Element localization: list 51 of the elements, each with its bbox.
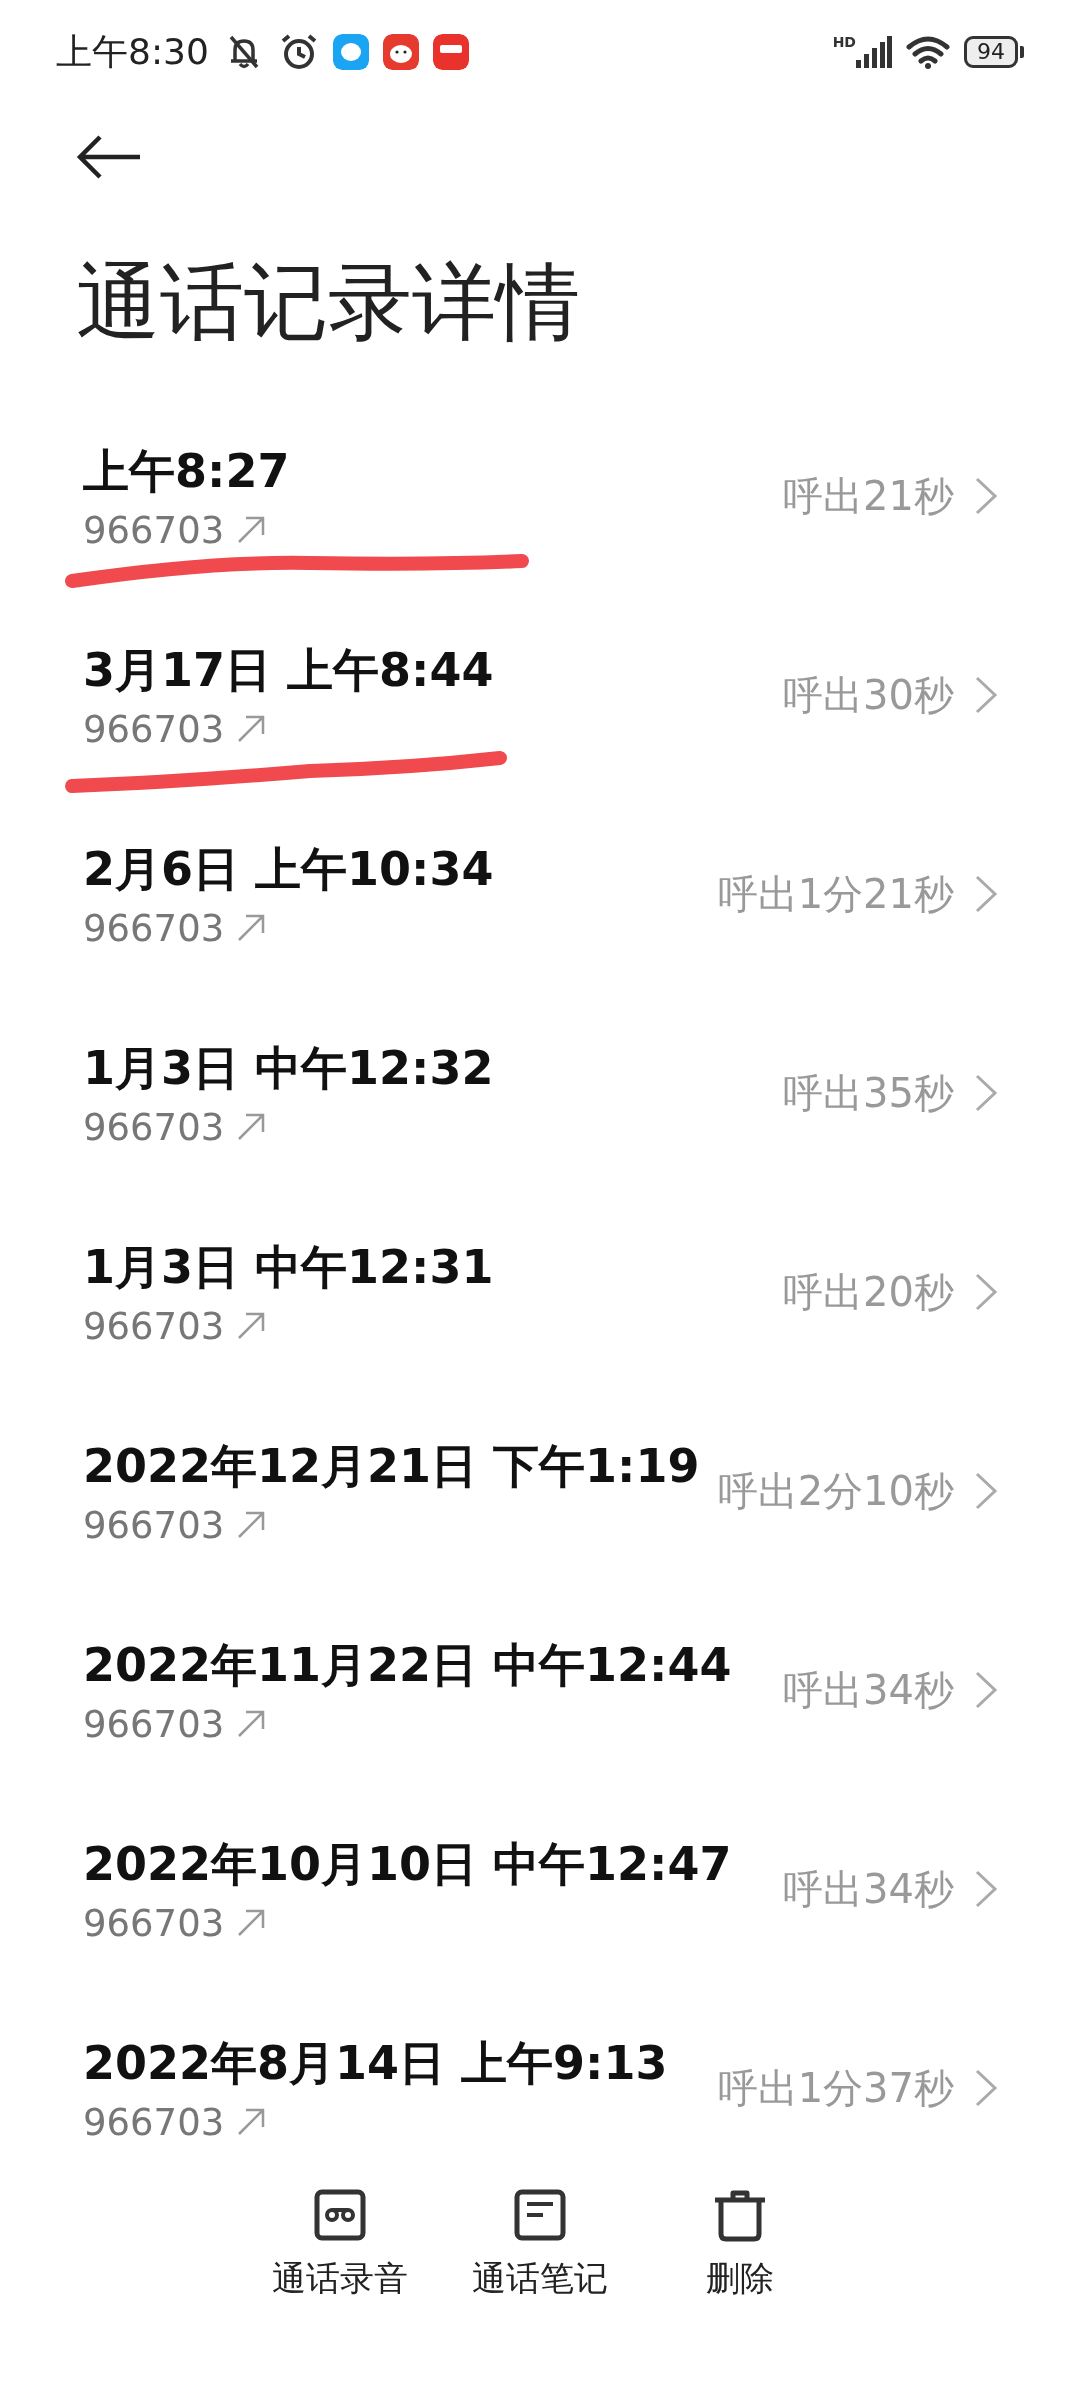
call-time: 3月17日 上午8:44: [83, 641, 494, 699]
chevron-icon[interactable]: [974, 1869, 998, 1910]
call-duration: 呼出2分10秒: [717, 1466, 954, 1516]
call-duration: 呼出34秒: [783, 1864, 954, 1914]
recording-button[interactable]: 通话录音: [262, 2187, 418, 2302]
call-time: 2022年10月10日 中午12:47: [83, 1835, 732, 1893]
call-time: 1月3日 中午12:31: [83, 1238, 494, 1296]
status-time: 上午8:30: [56, 29, 209, 74]
back-icon[interactable]: [76, 134, 142, 180]
notes-button[interactable]: 通话笔记: [462, 2187, 618, 2302]
call-duration: 呼出30秒: [783, 670, 954, 720]
wifi-icon: [906, 35, 950, 69]
news-app-icon: [432, 34, 469, 70]
chevron-icon[interactable]: [974, 874, 998, 915]
chevron-icon[interactable]: [974, 2068, 998, 2109]
chevron-icon[interactable]: [974, 675, 998, 716]
phone-number: 966703: [83, 1702, 225, 1746]
battery-level: 94: [964, 36, 1018, 68]
chevron-icon[interactable]: [974, 1471, 998, 1512]
phone-number: 966703: [83, 508, 225, 552]
call-duration: 呼出20秒: [783, 1267, 954, 1317]
phone-number: 966703: [83, 906, 225, 950]
chevron-icon[interactable]: [974, 476, 998, 517]
chevron-icon[interactable]: [974, 1073, 998, 1114]
page-title: 通话记录详情: [76, 252, 580, 353]
call-duration: 呼出21秒: [783, 471, 954, 521]
call-time: 1月3日 中午12:32: [83, 1039, 494, 1097]
phone-number: 966703: [83, 707, 225, 751]
delete-button[interactable]: 删除: [662, 2187, 818, 2302]
call-time: 2022年11月22日 中午12:44: [83, 1636, 732, 1694]
voicemail-icon: [313, 2187, 367, 2242]
chevron-icon[interactable]: [974, 1670, 998, 1711]
signal-icon: [856, 36, 892, 68]
call-duration: 呼出35秒: [783, 1068, 954, 1118]
phone-number: 966703: [83, 1503, 225, 1547]
chat-app-icon: [332, 34, 369, 70]
call-duration: 呼出1分37秒: [717, 2063, 954, 2113]
call-time: 上午8:27: [83, 442, 290, 500]
call-duration: 呼出1分21秒: [717, 869, 954, 919]
network-label: HD: [832, 34, 856, 50]
call-time: 2022年12月21日 下午1:19: [83, 1437, 700, 1495]
dog-app-icon: [382, 34, 419, 70]
note-icon: [513, 2187, 567, 2242]
call-time: 2022年8月14日 上午9:13: [83, 2034, 668, 2092]
call-duration: 呼出34秒: [783, 1665, 954, 1715]
phone-number: 966703: [83, 1304, 225, 1348]
chevron-icon[interactable]: [974, 1272, 998, 1313]
phone-number: 966703: [83, 2100, 225, 2144]
call-time: 2月6日 上午10:34: [83, 840, 494, 898]
phone-number: 966703: [83, 1105, 225, 1149]
phone-number: 966703: [83, 1901, 225, 1945]
